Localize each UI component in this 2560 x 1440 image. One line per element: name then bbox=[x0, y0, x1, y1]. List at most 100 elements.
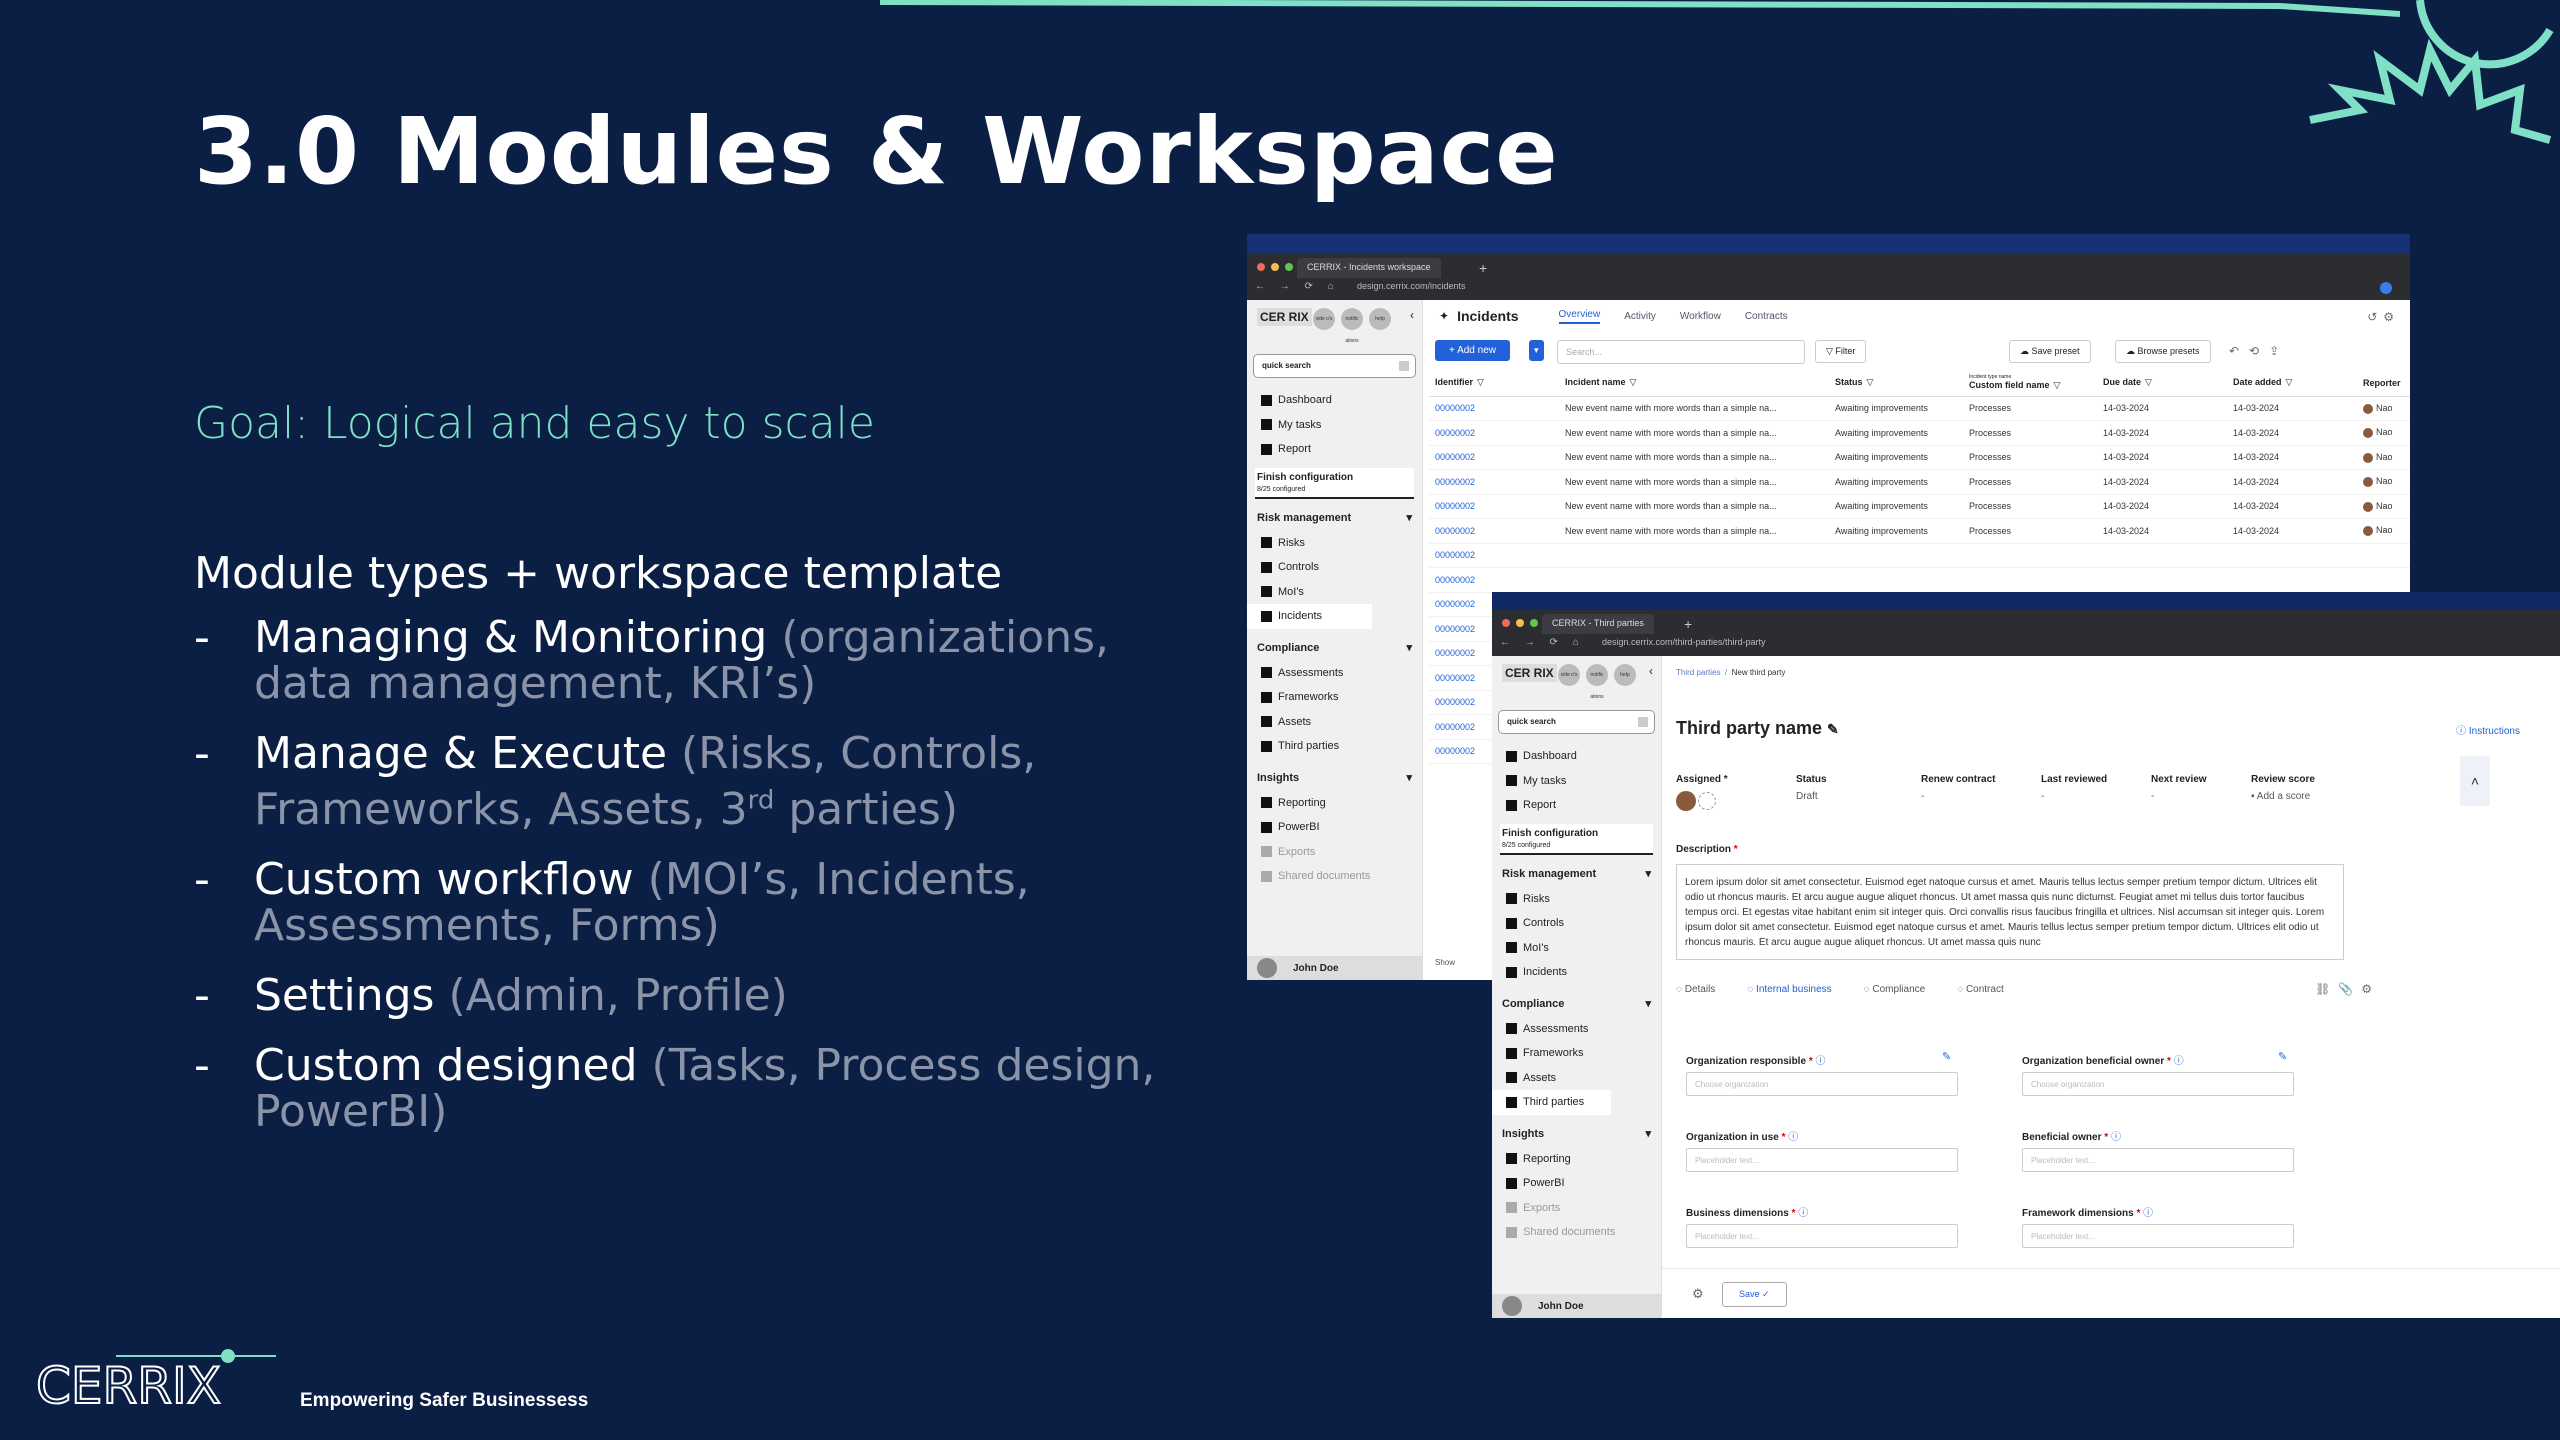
sidebar-item-assessments[interactable]: Assessments bbox=[1247, 661, 1422, 686]
help-button[interactable]: help bbox=[1614, 664, 1636, 686]
browser-tab[interactable]: CERRIX - Incidents workspace bbox=[1297, 258, 1441, 278]
table-row[interactable]: 00000002 New event name with more words t… bbox=[1429, 445, 2410, 470]
sidebar-logo[interactable]: CER RIX bbox=[1502, 664, 1557, 682]
organization-beneficial-owner-select[interactable]: Choose organization bbox=[2022, 1072, 2294, 1096]
sidebar-item-dashboard[interactable]: Dashboard bbox=[1247, 388, 1422, 413]
quick-search-input[interactable]: quick search bbox=[1498, 710, 1655, 734]
review-score-field[interactable]: Review score ▪ Add a score bbox=[2251, 774, 2315, 802]
sidebar-item-incidents[interactable]: Incidents bbox=[1492, 960, 1661, 985]
videos-button[interactable]: vide o's bbox=[1558, 664, 1580, 686]
table-row[interactable]: 00000002 New event name with more words t… bbox=[1429, 396, 2410, 421]
instructions-link[interactable]: ⓘ Instructions bbox=[2456, 722, 2520, 737]
table-row[interactable]: 00000002 bbox=[1429, 567, 2410, 593]
organization-in-use-select[interactable]: Placeholder text... bbox=[1686, 1148, 1958, 1172]
browse-presets-button[interactable]: ☁ Browse presets bbox=[2115, 340, 2211, 363]
sidebar-item-exports[interactable]: Exports bbox=[1492, 1196, 1661, 1221]
edit-icon[interactable]: ✎ bbox=[1942, 1050, 1951, 1063]
nav-icons[interactable]: ← → ⟳ ⌂ bbox=[1500, 637, 1585, 648]
browser-tab[interactable]: CERRIX - Third parties bbox=[1542, 614, 1654, 634]
table-row[interactable]: 00000002 New event name with more words t… bbox=[1429, 469, 2410, 495]
sidebar-item-reporting[interactable]: Reporting bbox=[1492, 1147, 1661, 1172]
sidebar-item-assets[interactable]: Assets bbox=[1492, 1066, 1661, 1091]
tab-contract[interactable]: ◌ Contract bbox=[1957, 984, 2004, 995]
section-compliance[interactable]: Compliance ▾ bbox=[1247, 635, 1422, 661]
videos-button[interactable]: vide o's bbox=[1313, 308, 1335, 330]
column-header[interactable]: Date added ▽ bbox=[2227, 370, 2357, 397]
breadcrumb[interactable]: Third parties / New third party bbox=[1676, 668, 1785, 677]
add-assignee-icon[interactable] bbox=[1698, 792, 1716, 810]
sidebar-item-third-parties[interactable]: Third parties bbox=[1492, 1090, 1611, 1115]
sidebar-item-mois[interactable]: MoI's bbox=[1247, 580, 1422, 605]
column-header[interactable]: Due date ▽ bbox=[2097, 370, 2227, 397]
tab-internal-business[interactable]: ◌ Internal business bbox=[1747, 984, 1831, 995]
sidebar-item-exports[interactable]: Exports bbox=[1247, 840, 1422, 865]
description-textarea[interactable]: Lorem ipsum dolor sit amet consectetur. … bbox=[1676, 864, 2344, 960]
sidebar-item-report[interactable]: Report bbox=[1492, 793, 1661, 818]
sidebar-item-frameworks[interactable]: Frameworks bbox=[1247, 685, 1422, 710]
sidebar-item-third-parties[interactable]: Third parties bbox=[1247, 734, 1422, 759]
sidebar-item-risks[interactable]: Risks bbox=[1492, 887, 1661, 912]
add-new-dropdown-icon[interactable]: ▾ bbox=[1529, 340, 1544, 361]
tab-activity[interactable]: Activity bbox=[1624, 311, 1656, 322]
column-header[interactable]: Identifier ▽ bbox=[1429, 370, 1559, 397]
history-settings-icons[interactable]: ↺⚙ bbox=[2367, 310, 2400, 324]
quick-search-input[interactable]: quick search bbox=[1253, 354, 1416, 378]
assigned-field[interactable]: Assigned * bbox=[1676, 774, 1728, 811]
sidebar-item-controls[interactable]: Controls bbox=[1492, 911, 1661, 936]
edit-icon[interactable]: ✎ bbox=[1827, 721, 1839, 737]
tab-contracts[interactable]: Contracts bbox=[1745, 311, 1788, 322]
sidebar-item-powerbi[interactable]: PowerBI bbox=[1247, 815, 1422, 840]
add-new-button[interactable]: + Add new bbox=[1435, 340, 1510, 361]
collapse-sidebar-icon[interactable]: ‹ bbox=[1649, 664, 1653, 678]
user-profile[interactable]: John Doe bbox=[1492, 1294, 1661, 1318]
section-insights[interactable]: Insights ▾ bbox=[1247, 765, 1422, 791]
notifications-button[interactable]: notific ations bbox=[1341, 308, 1363, 344]
column-header[interactable]: Incident type name Custom field name ▽ bbox=[1963, 370, 2097, 397]
organization-responsible-select[interactable]: Choose organization bbox=[1686, 1072, 1958, 1096]
section-insights[interactable]: Insights ▾ bbox=[1492, 1121, 1661, 1147]
finish-configuration[interactable]: Finish configuration 8/25 configured bbox=[1255, 467, 1414, 499]
sidebar-item-mois[interactable]: MoI's bbox=[1492, 936, 1661, 961]
sidebar-item-assets[interactable]: Assets bbox=[1247, 710, 1422, 735]
toolbar-icons[interactable]: ↶⟲⇪ bbox=[2229, 344, 2289, 358]
sidebar-item-incidents[interactable]: Incidents bbox=[1247, 604, 1372, 629]
column-header[interactable]: Incident name ▽ bbox=[1559, 370, 1829, 397]
beneficial-owner-input[interactable]: Placeholder text... bbox=[2022, 1148, 2294, 1172]
sidebar-item-controls[interactable]: Controls bbox=[1247, 555, 1422, 580]
sidebar-item-reporting[interactable]: Reporting bbox=[1247, 791, 1422, 816]
column-header[interactable]: Status ▽ bbox=[1829, 370, 1963, 397]
sidebar-item-risks[interactable]: Risks bbox=[1247, 531, 1422, 556]
table-row[interactable]: 00000002 New event name with more words t… bbox=[1429, 518, 2410, 544]
filter-button[interactable]: ▽ Filter bbox=[1815, 340, 1867, 363]
save-preset-button[interactable]: ☁ Save preset bbox=[2009, 340, 2091, 363]
section-risk-management[interactable]: Risk management ▾ bbox=[1492, 861, 1661, 887]
collapse-sidebar-icon[interactable]: ‹ bbox=[1410, 308, 1414, 322]
tab-workflow[interactable]: Workflow bbox=[1680, 311, 1721, 322]
tab-overview[interactable]: Overview bbox=[1558, 309, 1601, 324]
new-tab-icon[interactable]: + bbox=[1684, 616, 1692, 632]
search-input[interactable]: Search... bbox=[1557, 340, 1805, 364]
link-attach-settings-icons[interactable]: ⛓📎⚙ bbox=[2315, 982, 2380, 996]
save-button[interactable]: Save ✓ bbox=[1722, 1282, 1787, 1307]
table-row[interactable]: 00000002 New event name with more words t… bbox=[1429, 494, 2410, 519]
business-dimensions-input[interactable]: Placeholder text... bbox=[1686, 1224, 1958, 1248]
settings-icon[interactable]: ⚙ bbox=[1692, 1286, 1704, 1302]
section-compliance[interactable]: Compliance ▾ bbox=[1492, 991, 1661, 1017]
sidebar-item-my-tasks[interactable]: My tasks bbox=[1492, 769, 1661, 794]
tab-compliance[interactable]: ◌ Compliance bbox=[1864, 984, 1926, 995]
table-row[interactable]: 00000002 bbox=[1429, 543, 2410, 568]
tab-details[interactable]: ◌ Details bbox=[1676, 984, 1715, 995]
sidebar-item-report[interactable]: Report bbox=[1247, 437, 1422, 462]
section-risk-management[interactable]: Risk management ▾ bbox=[1247, 505, 1422, 531]
profile-icon[interactable] bbox=[2380, 282, 2392, 294]
sidebar-item-dashboard[interactable]: Dashboard bbox=[1492, 744, 1661, 769]
column-header[interactable]: Reporter bbox=[2357, 370, 2410, 397]
sidebar-logo[interactable]: CER RIX bbox=[1257, 308, 1312, 326]
url-bar[interactable]: design.cerrix.com/third-parties/third-pa… bbox=[1602, 637, 1766, 647]
sidebar-item-my-tasks[interactable]: My tasks bbox=[1247, 413, 1422, 438]
sidebar-item-shared-documents[interactable]: Shared documents bbox=[1492, 1220, 1661, 1245]
new-tab-icon[interactable]: + bbox=[1479, 260, 1487, 276]
notifications-button[interactable]: notific ations bbox=[1586, 664, 1608, 700]
framework-dimensions-select[interactable]: Placeholder text... bbox=[2022, 1224, 2294, 1248]
nav-icons[interactable]: ← → ⟳ ⌂ bbox=[1255, 281, 1340, 292]
